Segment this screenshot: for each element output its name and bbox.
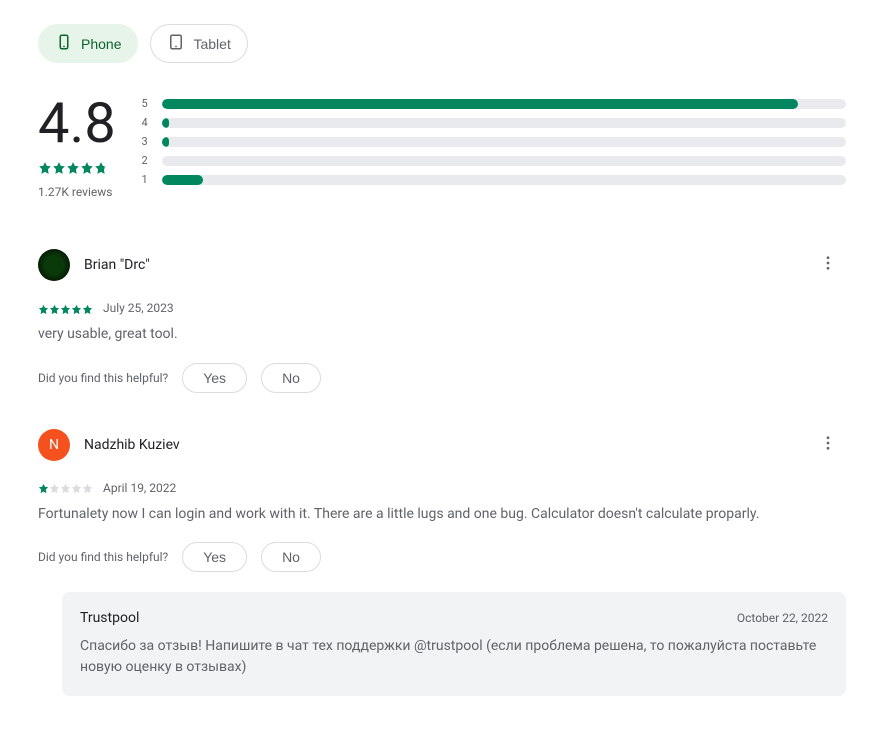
review-stars — [38, 482, 93, 493]
more-vert-icon — [819, 434, 837, 456]
star-icon — [52, 161, 66, 175]
star-icon — [38, 303, 49, 314]
bar-label: 5 — [140, 97, 148, 110]
tab-phone-label: Phone — [81, 36, 121, 52]
more-options-button[interactable] — [810, 427, 846, 463]
username: Brian "Drc" — [84, 257, 150, 273]
bar-track — [162, 99, 846, 109]
bar-label: 1 — [140, 173, 148, 186]
tablet-icon — [167, 33, 185, 54]
rating-bar-row: 5 — [140, 97, 846, 110]
helpful-label: Did you find this helpful? — [38, 371, 168, 385]
tab-phone[interactable]: Phone — [38, 24, 138, 63]
reviews-count: 1.27K reviews — [38, 185, 112, 199]
review-date: April 19, 2022 — [103, 481, 176, 495]
review-item: Brian "Drc" July 25, 2023 very usable, g… — [38, 247, 846, 393]
star-icon — [60, 482, 71, 493]
review-text: Fortunalety now I can login and work wit… — [38, 505, 846, 525]
review-item: N Nadzhib Kuziev April 19, 2022 Fortunal… — [38, 427, 846, 697]
star-icon — [60, 303, 71, 314]
avatar: N — [38, 429, 70, 461]
helpful-yes-button[interactable]: Yes — [182, 542, 247, 572]
review-text: very usable, great tool. — [38, 325, 846, 345]
bar-track — [162, 137, 846, 147]
helpful-yes-button[interactable]: Yes — [182, 363, 247, 393]
more-vert-icon — [819, 254, 837, 276]
reviews-list: Brian "Drc" July 25, 2023 very usable, g… — [38, 247, 846, 696]
rating-bar-row: 2 — [140, 154, 846, 167]
star-icon — [82, 482, 93, 493]
rating-bar-row: 4 — [140, 116, 846, 129]
helpful-label: Did you find this helpful? — [38, 550, 168, 564]
bar-fill — [162, 175, 203, 185]
rating-bars: 5 4 3 2 1 — [140, 95, 846, 199]
star-icon — [82, 303, 93, 314]
star-icon — [94, 161, 108, 175]
username: Nadzhib Kuziev — [84, 437, 180, 453]
helpful-no-button[interactable]: No — [261, 542, 321, 572]
star-icon — [38, 482, 49, 493]
avatar — [38, 249, 70, 281]
bar-track — [162, 175, 846, 185]
rating-bar-row: 1 — [140, 173, 846, 186]
response-text: Спасибо за отзыв! Напишите в чат тех под… — [80, 636, 828, 678]
bar-label: 4 — [140, 116, 148, 129]
response-date: October 22, 2022 — [737, 611, 828, 625]
rating-bar-row: 3 — [140, 135, 846, 148]
bar-track — [162, 156, 846, 166]
response-name: Trustpool — [80, 610, 139, 626]
rating-summary: 4.8 1.27K reviews 5 4 3 — [38, 95, 846, 199]
helpful-no-button[interactable]: No — [261, 363, 321, 393]
bar-label: 2 — [140, 154, 148, 167]
star-icon — [71, 482, 82, 493]
review-date: July 25, 2023 — [103, 301, 174, 315]
bar-fill — [162, 99, 798, 109]
bar-fill — [162, 137, 169, 147]
star-icon — [49, 303, 60, 314]
rating-left: 4.8 1.27K reviews — [38, 95, 116, 199]
phone-icon — [55, 33, 73, 54]
tab-tablet-label: Tablet — [193, 36, 230, 52]
developer-response: Trustpool October 22, 2022 Спасибо за от… — [62, 592, 846, 696]
device-tabs: Phone Tablet — [38, 24, 846, 63]
star-icon — [66, 161, 80, 175]
star-icon — [71, 303, 82, 314]
rating-stars — [38, 161, 108, 175]
more-options-button[interactable] — [810, 247, 846, 283]
star-icon — [80, 161, 94, 175]
review-stars — [38, 303, 93, 314]
bar-fill — [162, 118, 169, 128]
star-icon — [49, 482, 60, 493]
rating-score: 4.8 — [38, 95, 116, 151]
star-icon — [38, 161, 52, 175]
bar-track — [162, 118, 846, 128]
bar-label: 3 — [140, 135, 148, 148]
tab-tablet[interactable]: Tablet — [150, 24, 247, 63]
